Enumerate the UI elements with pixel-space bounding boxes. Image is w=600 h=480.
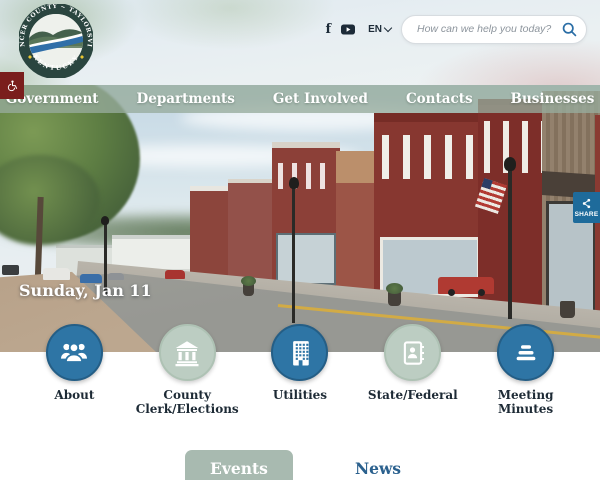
quick-link-label: About bbox=[54, 389, 94, 403]
header-utilities: f EN bbox=[326, 14, 588, 44]
nav-item-departments[interactable]: Departments bbox=[137, 91, 235, 107]
wheelchair-icon bbox=[6, 77, 18, 94]
search-input[interactable] bbox=[401, 15, 587, 44]
contact-book-icon bbox=[384, 324, 441, 381]
hero-photo: Sunday, Jan 11 SHARE bbox=[0, 85, 600, 352]
quick-link-meeting-minutes[interactable]: Meeting Minutes bbox=[469, 324, 582, 417]
search-button[interactable] bbox=[561, 21, 578, 38]
search-icon bbox=[561, 21, 578, 38]
content-tabs: Events News bbox=[0, 450, 600, 480]
chevron-down-icon bbox=[384, 23, 392, 31]
facebook-icon[interactable]: f bbox=[326, 23, 332, 36]
users-icon bbox=[46, 324, 103, 381]
quick-link-label: Meeting Minutes bbox=[471, 389, 581, 417]
quick-link-county-clerk-elections[interactable]: County Clerk/Elections bbox=[131, 324, 244, 417]
office-building-icon bbox=[271, 324, 328, 381]
tab-events[interactable]: Events bbox=[185, 450, 293, 480]
main-nav: Government Departments Get Involved Cont… bbox=[0, 85, 600, 113]
tab-news[interactable]: News bbox=[341, 450, 415, 480]
share-button[interactable]: SHARE bbox=[573, 192, 600, 223]
nav-item-contacts[interactable]: Contacts bbox=[406, 91, 473, 107]
quick-link-utilities[interactable]: Utilities bbox=[244, 324, 357, 417]
courthouse-icon bbox=[159, 324, 216, 381]
share-icon bbox=[581, 198, 592, 209]
page: Sunday, Jan 11 SHARE bbox=[0, 0, 600, 480]
current-date: Sunday, Jan 11 bbox=[19, 281, 152, 300]
nav-item-businesses[interactable]: Businesses bbox=[511, 91, 595, 107]
quick-link-about[interactable]: About bbox=[18, 324, 131, 417]
quick-link-label: County Clerk/Elections bbox=[132, 389, 242, 417]
minutes-list-icon bbox=[497, 324, 554, 381]
quick-link-label: State/Federal bbox=[368, 389, 458, 403]
language-selector[interactable]: EN bbox=[368, 24, 391, 35]
nav-item-get-involved[interactable]: Get Involved bbox=[273, 91, 368, 107]
search-box bbox=[401, 15, 587, 44]
quick-link-state-federal[interactable]: State/Federal bbox=[356, 324, 469, 417]
language-code: EN bbox=[368, 24, 382, 35]
quick-links-row: About County Clerk/Elections bbox=[18, 324, 582, 417]
share-label: SHARE bbox=[575, 211, 599, 218]
top-header: SPENCER COUNTY ~ TAYLORSVILLE KENTUCKY f… bbox=[0, 0, 600, 85]
youtube-icon[interactable] bbox=[341, 24, 355, 35]
county-seal-logo[interactable]: SPENCER COUNTY ~ TAYLORSVILLE KENTUCKY bbox=[19, 4, 93, 78]
quick-link-label: Utilities bbox=[273, 389, 327, 403]
accessibility-button[interactable] bbox=[0, 72, 24, 99]
